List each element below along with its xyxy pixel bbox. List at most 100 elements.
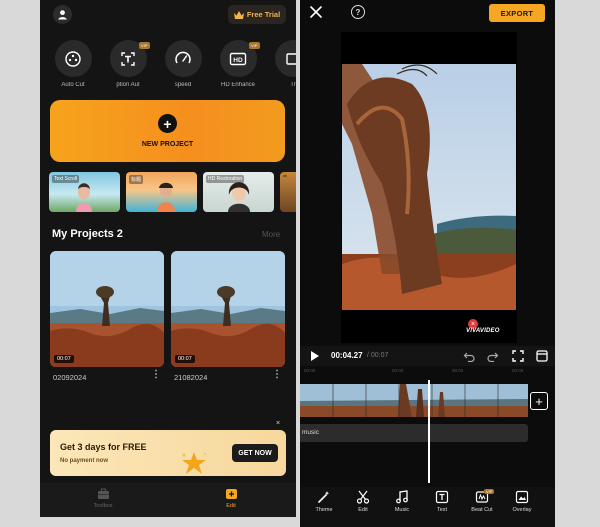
promo-banner[interactable]: Get 3 days for FREE No payment now GET N… xyxy=(50,430,286,476)
playhead[interactable] xyxy=(428,380,430,483)
more-options-icon[interactable]: ⋮ xyxy=(151,370,161,380)
tool-auto-cut[interactable]: Auto Cut xyxy=(51,40,95,88)
promo-title: Get 3 days for FREE xyxy=(60,442,147,452)
ruler-tick: 00:00 xyxy=(304,368,316,373)
tool-auto-caption[interactable]: VIP ption AuI xyxy=(106,40,150,88)
hd-icon: HD xyxy=(229,52,247,65)
user-icon xyxy=(58,10,67,20)
profile-avatar[interactable] xyxy=(53,5,72,24)
template-tag: 标题 xyxy=(129,175,144,184)
vip-badge: VIP xyxy=(484,489,495,494)
toolbar-text[interactable]: Text xyxy=(424,490,460,513)
fullscreen-icon[interactable] xyxy=(512,350,524,362)
template-card[interactable]: HD Restoration xyxy=(203,172,274,212)
vip-badge: VIP xyxy=(139,42,150,49)
layout-icon[interactable] xyxy=(536,350,548,362)
projects-heading: My Projects 2 xyxy=(52,228,123,240)
toolbox-icon xyxy=(97,488,109,499)
template-card[interactable]: 标题 xyxy=(126,172,197,212)
project-thumbnail xyxy=(50,251,164,367)
tool-shortcuts: Auto Cut VIP ption AuI speed HD VIP HD E… xyxy=(40,40,296,92)
play-icon[interactable] xyxy=(311,351,319,361)
speed-icon xyxy=(175,51,191,63)
music-note-icon xyxy=(396,490,408,504)
watermark-text: VIVAVIDEO xyxy=(466,328,500,334)
toolbar-label: Music xyxy=(394,507,410,513)
screenshot-stage: Free Trial Auto Cut VIP ption AuI speed … xyxy=(0,0,600,527)
export-button[interactable]: EXPORT xyxy=(489,4,545,22)
scissors-icon xyxy=(356,490,370,504)
edit-icon xyxy=(225,489,237,499)
project-name: 21082024 xyxy=(174,373,208,382)
tool-hd-enhance[interactable]: HD VIP HD Enhance xyxy=(216,40,260,88)
tab-toolbox[interactable]: Toolbox xyxy=(73,488,133,509)
duration-badge: 00:07 xyxy=(175,355,195,363)
project-card[interactable]: 00:07 xyxy=(50,251,164,367)
close-icon[interactable] xyxy=(309,5,323,19)
preview-canvas: × VIVAVIDEO xyxy=(341,32,517,343)
toolbar-overlay[interactable]: Overlay xyxy=(504,490,540,513)
redo-icon[interactable] xyxy=(487,350,499,362)
toolbar-label: Theme xyxy=(315,507,333,513)
template-tag xyxy=(283,175,287,177)
project-thumbnail xyxy=(171,251,285,367)
toolbar-beat-cut[interactable]: VIP Beat Cut xyxy=(464,489,500,513)
project-card[interactable]: 00:07 xyxy=(171,251,285,367)
duration-badge: 00:07 xyxy=(54,355,74,363)
bottom-tab-bar: Toolbox Edit xyxy=(40,483,296,517)
tool-label: speed xyxy=(174,82,192,88)
tab-label: Toolbox xyxy=(93,503,113,509)
tab-label: Edit xyxy=(226,503,236,509)
template-card[interactable] xyxy=(280,172,296,212)
tool-label: ption AuI xyxy=(116,82,140,88)
clip-frames xyxy=(300,384,528,417)
text-icon xyxy=(435,490,449,504)
ruler-tick: 00:04 xyxy=(452,368,464,373)
new-project-label: NEW PROJECT xyxy=(141,141,194,148)
template-carousel: Text Scroll 标题 HD Restoration xyxy=(49,172,296,212)
music-track[interactable]: music xyxy=(300,424,528,442)
promo-close-icon[interactable]: × xyxy=(276,420,280,427)
template-tag: Text Scroll xyxy=(52,175,80,183)
home-screen: Free Trial Auto Cut VIP ption AuI speed … xyxy=(40,0,296,517)
magic-wand-icon xyxy=(318,491,330,503)
toolbar-music[interactable]: Music xyxy=(384,490,420,513)
vip-badge: VIP xyxy=(249,42,260,49)
promo-subtitle: No payment now xyxy=(60,458,109,464)
toolbar-label: Beat Cut xyxy=(471,507,493,513)
tool-speed[interactable]: speed xyxy=(161,40,205,88)
total-time: / 00:07 xyxy=(367,352,389,359)
add-clip-button[interactable]: + xyxy=(530,392,548,410)
free-trial-label: Free Trial xyxy=(246,10,281,19)
toolbar-theme[interactable]: Theme xyxy=(306,490,342,513)
tool-label: Auto Cut xyxy=(61,82,85,88)
new-project-button[interactable]: + NEW PROJECT xyxy=(50,100,285,162)
tab-edit[interactable]: Edit xyxy=(201,488,261,509)
video-clip-track[interactable] xyxy=(300,384,528,417)
caption-icon xyxy=(121,51,135,66)
more-link[interactable]: More xyxy=(262,230,280,239)
music-track-label: music xyxy=(302,429,319,436)
playback-controls: 00:04.27 / 00:07 xyxy=(300,346,555,366)
tool-label: HD Enhance xyxy=(220,82,256,88)
ruler-tick: 00:06 xyxy=(512,368,524,373)
plus-icon: + xyxy=(158,114,177,133)
undo-icon[interactable] xyxy=(463,350,475,362)
free-trial-button[interactable]: Free Trial xyxy=(228,5,286,24)
template-card[interactable]: Text Scroll xyxy=(49,172,120,212)
auto-cut-icon xyxy=(65,50,81,67)
help-icon[interactable]: ? xyxy=(351,5,365,19)
project-name: 02092024 xyxy=(53,373,87,382)
more-options-icon[interactable]: ⋮ xyxy=(272,370,282,380)
editor-toolbar: Theme Edit Music Text VIP Beat Cut Overl… xyxy=(300,487,555,527)
overlay-icon xyxy=(515,490,529,504)
tool-transition[interactable]: Tr xyxy=(271,40,296,88)
get-now-button[interactable]: GET NOW xyxy=(232,444,278,462)
svg-text:HD: HD xyxy=(233,57,243,64)
video-preview[interactable] xyxy=(342,64,516,310)
gift-icon xyxy=(182,452,206,474)
tool-label: Tr xyxy=(290,82,296,88)
toolbar-edit[interactable]: Edit xyxy=(345,490,381,513)
toolbar-label: Text xyxy=(436,507,448,513)
crown-icon xyxy=(233,10,244,19)
